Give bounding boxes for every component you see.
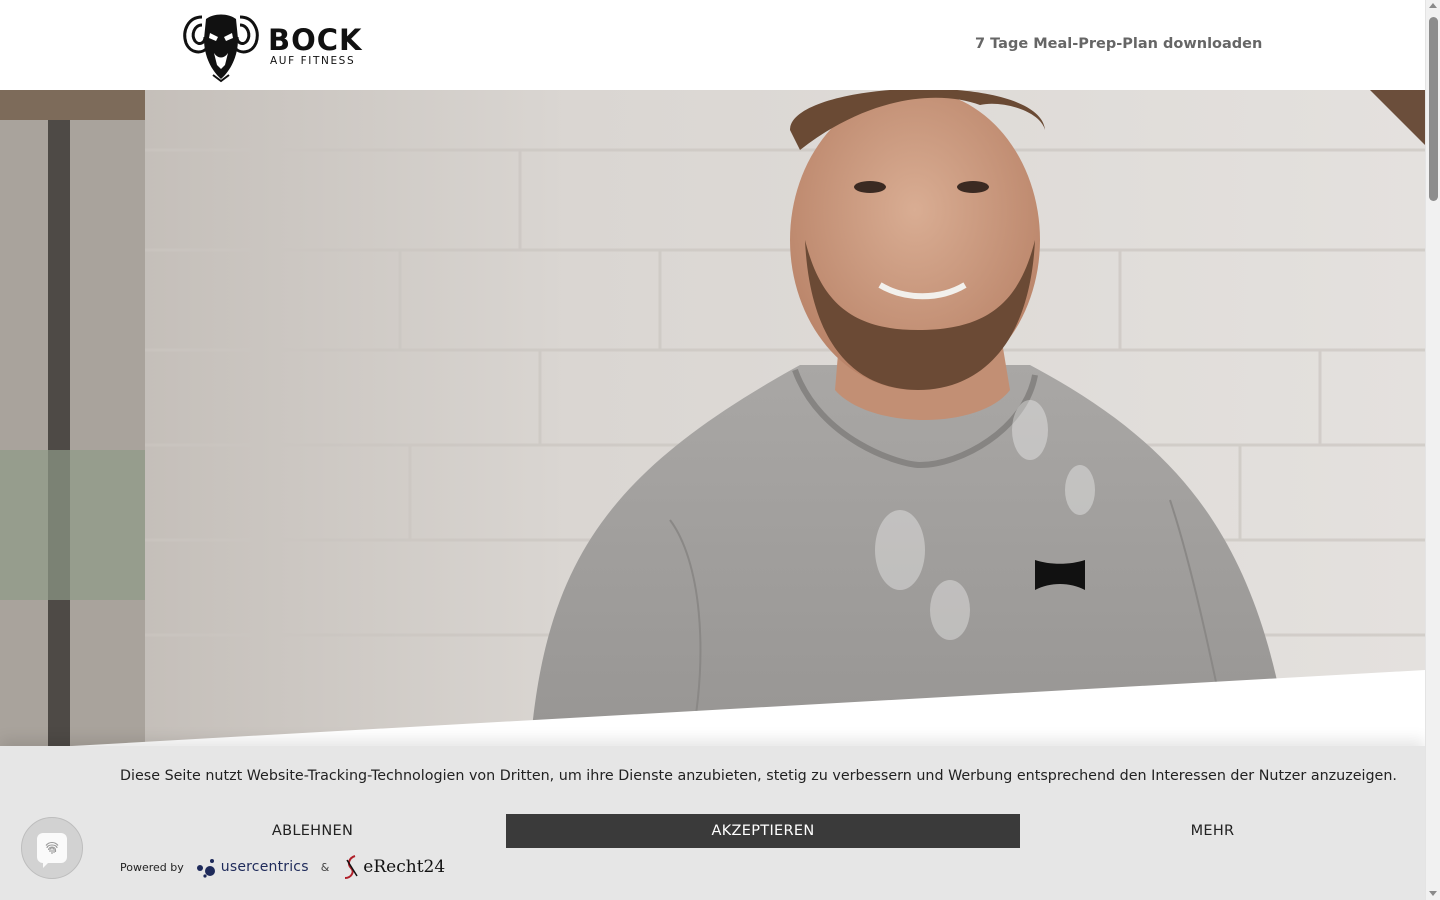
privacy-settings-button[interactable] <box>21 817 83 879</box>
hero-photo-illustration <box>0 90 1425 750</box>
usercentrics-dots-icon <box>196 859 215 878</box>
cookie-consent-banner: Diese Seite nutzt Website-Tracking-Techn… <box>0 746 1425 900</box>
erecht24-icon <box>345 855 358 879</box>
more-info-button[interactable]: MEHR <box>1020 814 1405 848</box>
scroll-down-arrow-icon[interactable] <box>1429 891 1437 896</box>
powered-by-separator: & <box>320 860 330 874</box>
cookie-message: Diese Seite nutzt Website-Tracking-Techn… <box>120 768 1397 784</box>
hero-image <box>0 90 1425 750</box>
usercentrics-link[interactable]: usercentrics <box>196 856 309 878</box>
deny-cookies-button[interactable]: ABLEHNEN <box>120 814 505 848</box>
logo-sub-text: AUF FITNESS <box>270 54 356 67</box>
scroll-up-arrow-icon[interactable] <box>1429 3 1437 8</box>
usercentrics-label: usercentrics <box>220 859 309 875</box>
accept-cookies-button[interactable]: AKZEPTIEREN <box>506 814 1020 848</box>
ram-head-logo-icon <box>183 14 259 83</box>
logo-wordmark: BOCK AUF FITNESS <box>268 25 363 68</box>
powered-by-label: Powered by <box>120 860 184 874</box>
scrollbar-thumb[interactable] <box>1429 17 1438 201</box>
page-scrollbar[interactable] <box>1425 0 1440 900</box>
site-header: BOCK AUF FITNESS 7 Tage Meal-Prep-Plan d… <box>0 0 1425 90</box>
chat-bubble-icon <box>37 833 67 868</box>
erecht24-label: eRecht24 <box>363 857 446 877</box>
erecht24-link[interactable]: eRecht24 <box>341 854 445 880</box>
site-logo[interactable]: BOCK AUF FITNESS <box>180 8 370 84</box>
logo-main-text: BOCK <box>268 22 363 57</box>
powered-by: Powered by usercentrics & eRecht24 <box>120 853 445 881</box>
page: BOCK AUF FITNESS 7 Tage Meal-Prep-Plan d… <box>0 0 1440 900</box>
meal-prep-download-link[interactable]: 7 Tage Meal-Prep-Plan downloaden <box>975 36 1262 52</box>
fingerprint-icon <box>45 841 59 854</box>
